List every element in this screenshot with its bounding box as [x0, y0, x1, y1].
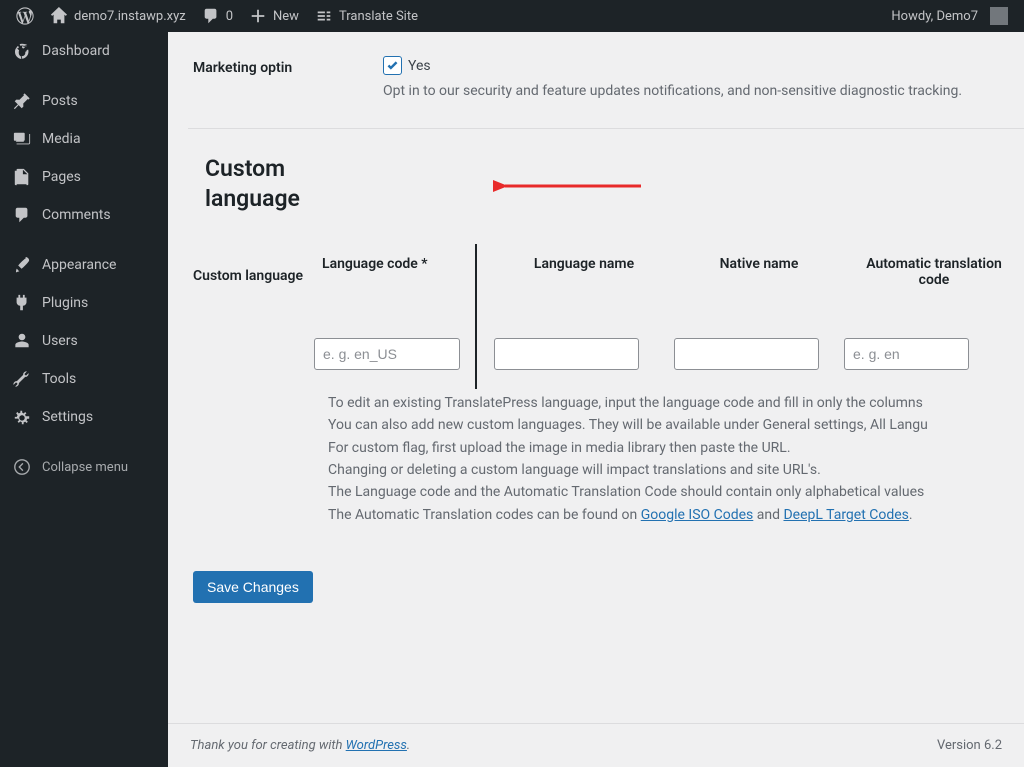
sidebar-item-label: Users [42, 333, 78, 349]
sidebar-item-label: Dashboard [42, 43, 110, 59]
plugin-icon [12, 293, 32, 313]
admin-bar-greeting: Howdy, Demo7 [891, 9, 978, 24]
sidebar-item-users[interactable]: Users [0, 322, 168, 360]
col-header-native-name: Native name [674, 256, 844, 288]
sidebar-collapse-label: Collapse menu [42, 460, 128, 475]
admin-bar-translate-label: Translate Site [339, 9, 418, 24]
auto-translation-code-input[interactable] [844, 338, 969, 370]
marketing-optin-checkbox[interactable]: Yes [383, 56, 431, 75]
sidebar-item-label: Tools [42, 371, 76, 387]
comment-icon [202, 7, 220, 25]
version-text: Version 6.2 [937, 738, 1002, 753]
sidebar-item-label: Comments [42, 207, 111, 223]
sidebar-item-plugins[interactable]: Plugins [0, 284, 168, 322]
sidebar-item-settings[interactable]: Settings [0, 398, 168, 436]
sidebar-item-media[interactable]: Media [0, 120, 168, 158]
col-header-auto-translation-code: Automatic translation code [844, 256, 1024, 288]
pin-icon [12, 91, 32, 111]
collapse-icon [12, 457, 32, 477]
sidebar-item-label: Settings [42, 409, 93, 425]
dashboard-icon [12, 41, 32, 61]
wrench-icon [12, 369, 32, 389]
media-icon [12, 129, 32, 149]
column-separator [475, 244, 477, 389]
sidebar-item-tools[interactable]: Tools [0, 360, 168, 398]
sidebar-item-dashboard[interactable]: Dashboard [0, 32, 168, 70]
admin-bar-comments[interactable]: 0 [194, 0, 241, 32]
admin-bar: demo7.instawp.xyz 0 New Translate Site H… [0, 0, 1024, 32]
admin-bar-new[interactable]: New [241, 0, 307, 32]
admin-bar-site[interactable]: demo7.instawp.xyz [42, 0, 194, 32]
wordpress-logo-icon [16, 7, 34, 25]
save-changes-button[interactable]: Save Changes [193, 571, 313, 603]
col-header-language-name: Language name [494, 256, 674, 288]
marketing-optin-row: Marketing optin Yes Opt in to our securi… [193, 52, 1024, 103]
admin-bar-comments-count: 0 [226, 9, 233, 24]
admin-bar-new-label: New [273, 9, 299, 24]
sidebar-item-label: Appearance [42, 257, 116, 273]
plus-icon [249, 7, 267, 25]
sidebar-item-pages[interactable]: Pages [0, 158, 168, 196]
admin-bar-account[interactable]: Howdy, Demo7 [883, 0, 1016, 32]
language-name-input[interactable] [494, 338, 639, 370]
admin-footer: Thank you for creating with WordPress. V… [168, 723, 1024, 767]
admin-bar-translate[interactable]: Translate Site [307, 0, 426, 32]
brush-icon [12, 255, 32, 275]
admin-bar-wp-logo[interactable] [8, 0, 42, 32]
section-divider [188, 128, 1024, 129]
custom-language-description: To edit an existing TranslatePress langu… [314, 392, 1024, 526]
col-header-language-code: Language code * [314, 256, 494, 288]
marketing-optin-label: Marketing optin [193, 56, 383, 76]
language-code-input[interactable] [314, 338, 460, 370]
checkbox-checked-icon [383, 56, 402, 75]
annotation-arrow-icon [493, 176, 643, 196]
content-area: Marketing optin Yes Opt in to our securi… [168, 32, 1024, 767]
marketing-optin-yes: Yes [408, 58, 431, 74]
sidebar-item-comments[interactable]: Comments [0, 196, 168, 234]
sidebar-item-label: Pages [42, 169, 81, 185]
sidebar-item-posts[interactable]: Posts [0, 82, 168, 120]
sidebar-collapse[interactable]: Collapse menu [0, 448, 168, 486]
home-icon [50, 7, 68, 25]
native-name-input[interactable] [674, 338, 819, 370]
sidebar-item-appearance[interactable]: Appearance [0, 246, 168, 284]
admin-sidebar: Dashboard Posts Media Pages Comments App… [0, 32, 168, 767]
section-heading-custom-language: Custom language [205, 154, 335, 214]
sidebar-item-label: Posts [42, 93, 78, 109]
marketing-optin-help: Opt in to our security and feature updat… [383, 83, 1024, 99]
deepl-target-codes-link[interactable]: DeepL Target Codes [783, 507, 908, 523]
admin-bar-site-name: demo7.instawp.xyz [74, 9, 186, 24]
settings-icon [12, 407, 32, 427]
custom-language-row-label: Custom language [193, 244, 314, 526]
google-iso-codes-link[interactable]: Google ISO Codes [641, 507, 754, 523]
avatar-icon [990, 7, 1008, 25]
wordpress-link[interactable]: WordPress [346, 738, 407, 753]
sidebar-item-label: Plugins [42, 295, 88, 311]
pages-icon [12, 167, 32, 187]
sidebar-item-label: Media [42, 131, 81, 147]
comments-icon [12, 205, 32, 225]
user-icon [12, 331, 32, 351]
translate-icon [315, 7, 333, 25]
